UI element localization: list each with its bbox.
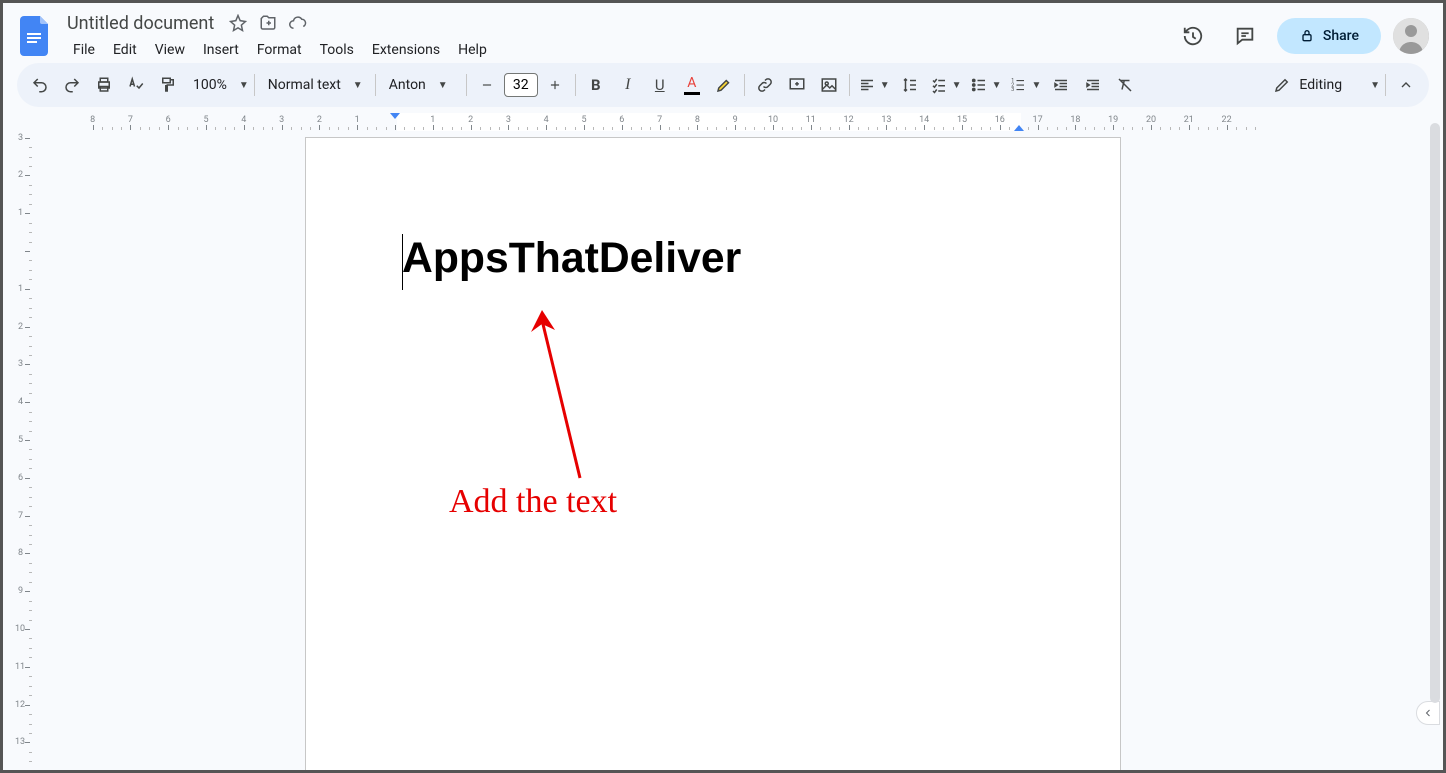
zoom-dropdown[interactable]: 100%▼ bbox=[185, 77, 249, 93]
indent-decrease-button[interactable] bbox=[1046, 70, 1076, 100]
side-panel-toggle-button[interactable] bbox=[1416, 701, 1440, 725]
checklist-button[interactable]: ▼ bbox=[927, 70, 965, 100]
image-button[interactable] bbox=[814, 70, 844, 100]
separator bbox=[1385, 74, 1386, 96]
line-spacing-button[interactable] bbox=[895, 70, 925, 100]
move-icon[interactable] bbox=[258, 13, 278, 33]
fontsize-increase-button[interactable] bbox=[540, 70, 570, 100]
highlight-button[interactable] bbox=[709, 70, 739, 100]
menu-extensions[interactable]: Extensions bbox=[364, 38, 448, 62]
menu-bar: File Edit View Insert Format Tools Exten… bbox=[63, 38, 1173, 62]
annotation-text: Add the text bbox=[449, 483, 617, 521]
bullet-list-button[interactable]: ▼ bbox=[967, 70, 1005, 100]
fontsize-input[interactable]: 32 bbox=[504, 73, 538, 97]
document-text[interactable]: AppsThatDeliver bbox=[402, 234, 1024, 283]
menu-view[interactable]: View bbox=[147, 38, 193, 62]
indent-increase-button[interactable] bbox=[1078, 70, 1108, 100]
menu-file[interactable]: File bbox=[65, 38, 103, 62]
redo-button[interactable] bbox=[57, 70, 87, 100]
font-dropdown[interactable]: Anton▼ bbox=[381, 77, 461, 93]
editing-label: Editing bbox=[1291, 77, 1350, 93]
horizontal-ruler[interactable]: 8765432112345678910111213141516171819202… bbox=[35, 113, 1443, 131]
menu-format[interactable]: Format bbox=[249, 38, 310, 62]
annotation-arrow-icon bbox=[525, 308, 605, 488]
bold-button[interactable]: B bbox=[581, 70, 611, 100]
menu-tools[interactable]: Tools bbox=[312, 38, 362, 62]
cloud-status-icon[interactable] bbox=[288, 13, 308, 33]
fontsize-decrease-button[interactable] bbox=[472, 70, 502, 100]
docs-logo-icon[interactable] bbox=[17, 17, 55, 55]
paint-format-button[interactable] bbox=[153, 70, 183, 100]
share-label: Share bbox=[1323, 28, 1359, 44]
zoom-value: 100% bbox=[185, 77, 235, 93]
separator bbox=[849, 74, 850, 96]
clear-format-button[interactable] bbox=[1110, 70, 1140, 100]
toolbar: 100%▼ Normal text▼ Anton▼ 32 B I U A ▼ ▼… bbox=[17, 63, 1429, 107]
doc-title[interactable]: Untitled document bbox=[63, 11, 218, 36]
vertical-ruler[interactable]: 3211234567891011121314 bbox=[3, 113, 35, 770]
editing-mode-dropdown[interactable]: Editing ▼ bbox=[1273, 76, 1380, 94]
underline-button[interactable]: U bbox=[645, 70, 675, 100]
align-button[interactable]: ▼ bbox=[855, 70, 893, 100]
style-dropdown[interactable]: Normal text▼ bbox=[260, 77, 370, 93]
italic-button[interactable]: I bbox=[613, 70, 643, 100]
menu-insert[interactable]: Insert bbox=[195, 38, 247, 62]
style-value: Normal text bbox=[260, 77, 349, 93]
document-page[interactable]: AppsThatDeliver bbox=[305, 137, 1121, 770]
svg-text:3: 3 bbox=[1012, 87, 1015, 93]
collapse-toolbar-button[interactable] bbox=[1391, 70, 1421, 100]
avatar[interactable] bbox=[1393, 18, 1429, 54]
separator bbox=[744, 74, 745, 96]
spellcheck-button[interactable] bbox=[121, 70, 151, 100]
comments-icon[interactable] bbox=[1225, 16, 1265, 56]
link-button[interactable] bbox=[750, 70, 780, 100]
canvas-area: 8765432112345678910111213141516171819202… bbox=[35, 113, 1443, 770]
undo-button[interactable] bbox=[25, 70, 55, 100]
history-icon[interactable] bbox=[1173, 16, 1213, 56]
vertical-scrollbar[interactable] bbox=[1430, 123, 1440, 703]
star-icon[interactable] bbox=[228, 13, 248, 33]
separator bbox=[466, 74, 467, 96]
text-color-button[interactable]: A bbox=[677, 70, 707, 100]
separator bbox=[375, 74, 376, 96]
workspace: 3211234567891011121314 87654321123456789… bbox=[3, 113, 1443, 770]
menu-help[interactable]: Help bbox=[450, 38, 495, 62]
font-value: Anton bbox=[381, 77, 434, 93]
header: Untitled document File Edit View Insert … bbox=[3, 3, 1443, 63]
share-button[interactable]: Share bbox=[1277, 18, 1381, 54]
menu-edit[interactable]: Edit bbox=[105, 38, 145, 62]
numbered-list-button[interactable]: 123▼ bbox=[1006, 70, 1044, 100]
add-comment-button[interactable] bbox=[782, 70, 812, 100]
scrollbar-thumb[interactable] bbox=[1430, 123, 1440, 703]
separator bbox=[254, 74, 255, 96]
separator bbox=[575, 74, 576, 96]
print-button[interactable] bbox=[89, 70, 119, 100]
